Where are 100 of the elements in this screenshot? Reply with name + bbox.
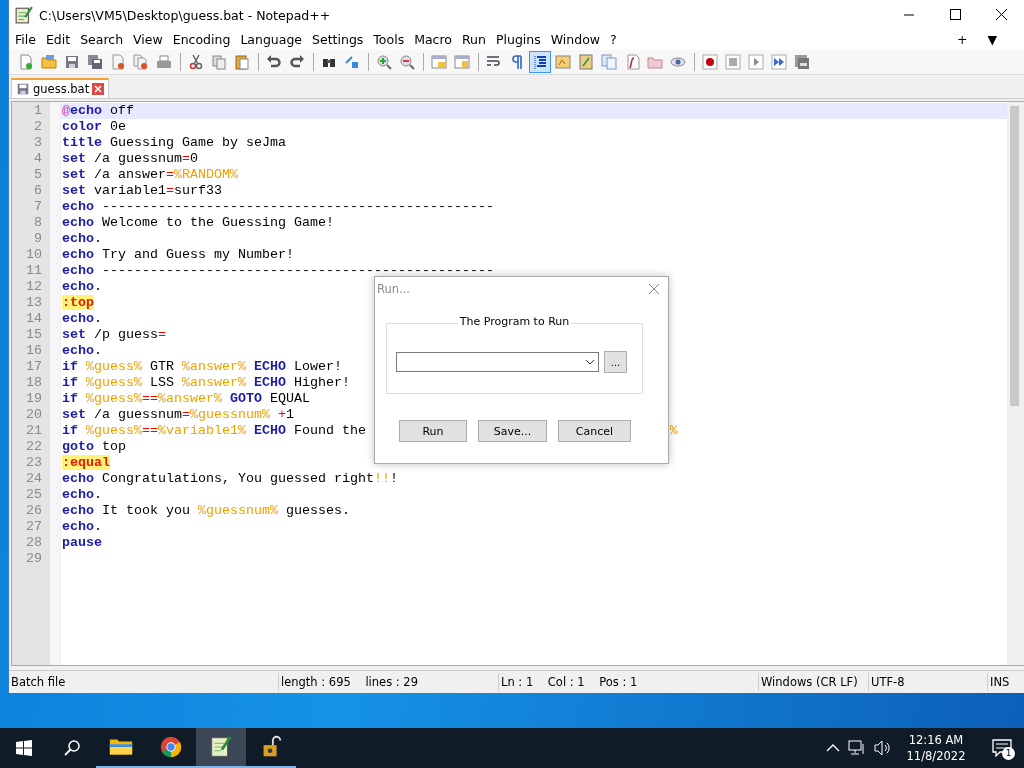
code-line: echo. xyxy=(62,230,102,247)
scissors-icon xyxy=(188,53,204,70)
line-number: 20 xyxy=(26,406,42,422)
code-line: echo. xyxy=(62,342,102,359)
line-number: 28 xyxy=(26,534,42,550)
group-label: The Program to Run xyxy=(457,315,572,328)
program-combo-box[interactable] xyxy=(396,352,599,372)
line-number: 14 xyxy=(26,310,42,326)
line-number: 4 xyxy=(34,150,42,166)
line-number: 19 xyxy=(26,390,42,406)
chevron-up-icon[interactable] xyxy=(826,743,840,753)
status-text: Windows (CR LF) xyxy=(759,673,869,692)
status-text: UTF-8 xyxy=(869,673,988,692)
new-file-icon xyxy=(18,53,34,70)
run-button[interactable]: Run xyxy=(399,420,467,442)
sync-vertical-icon xyxy=(431,53,447,70)
volume-icon[interactable] xyxy=(874,740,892,756)
code-line: echo ------------------------------------------------- xyxy=(62,198,494,215)
cancel-button[interactable]: Cancel xyxy=(558,420,631,442)
notepad-app-icon xyxy=(15,6,33,24)
notification-icon[interactable] xyxy=(992,739,1012,757)
code-fragment: % xyxy=(669,422,678,439)
network-icon[interactable] xyxy=(848,740,866,756)
language-panel-icon xyxy=(555,53,571,70)
menu-item[interactable]: File xyxy=(10,32,41,48)
menu-item[interactable]: Run xyxy=(457,32,491,48)
menu-item[interactable]: View xyxy=(128,32,168,48)
line-number: 12 xyxy=(26,278,42,294)
stop-icon xyxy=(725,53,741,70)
status-text: Ln : 1 Col : 1 Pos : 1 xyxy=(499,673,759,692)
code-line: @echo off xyxy=(62,102,134,119)
undo-icon xyxy=(266,53,282,70)
code-line: echo. xyxy=(62,310,102,327)
code-line: echo. xyxy=(62,486,102,503)
save-icon xyxy=(16,81,30,96)
line-number: 25 xyxy=(26,486,42,502)
line-number: 15 xyxy=(26,326,42,342)
code-line: color 0e xyxy=(62,118,126,135)
menu-item[interactable]: Settings xyxy=(307,32,369,48)
menu-item[interactable]: ? xyxy=(605,32,622,48)
play-icon xyxy=(748,53,764,70)
line-number: 16 xyxy=(26,342,42,358)
scrollbar[interactable] xyxy=(1007,101,1024,666)
menu-item[interactable]: Encoding xyxy=(167,32,236,48)
menu-item[interactable]: Search xyxy=(75,32,129,48)
line-number: 18 xyxy=(26,374,42,390)
menu-item[interactable]: Macro xyxy=(409,32,457,48)
document-map-icon xyxy=(578,53,594,70)
save-icon xyxy=(64,53,80,70)
menu-button[interactable]: + xyxy=(951,32,973,48)
menu-item[interactable]: Language xyxy=(235,32,308,48)
toolbar-button[interactable] xyxy=(529,50,551,73)
file-tab[interactable]: guess.bat xyxy=(11,77,110,98)
line-number: 24 xyxy=(26,470,42,486)
line-number: 2 xyxy=(34,118,42,134)
play-multiple-icon xyxy=(771,53,787,70)
indent-guide-icon xyxy=(532,53,548,70)
code-line: echo Congratulations, You guessed right!!! xyxy=(62,470,398,487)
line-number: 27 xyxy=(26,518,42,534)
line-number: 6 xyxy=(34,182,42,198)
sync-horizontal-icon xyxy=(454,53,470,70)
clock-time[interactable]: 12:16 AM xyxy=(908,732,964,748)
menu-item[interactable]: Window xyxy=(545,32,606,48)
code-line: echo ------------------------------------------------- xyxy=(62,262,494,279)
code-line: title Guessing Game by seJma xyxy=(62,134,286,151)
code-line: echo Try and Guess my Number! xyxy=(62,246,294,263)
code-line: echo. xyxy=(62,518,102,535)
windows-icon xyxy=(16,740,32,756)
status-text: Batch file xyxy=(9,673,279,692)
line-number: 23 xyxy=(26,454,42,470)
menu-button[interactable]: ▼ xyxy=(982,32,1002,48)
clock-date[interactable]: 11/8/2022 xyxy=(906,748,966,764)
line-number: 21 xyxy=(26,422,42,438)
line-number: 13 xyxy=(26,294,42,310)
function-list-icon xyxy=(624,53,640,70)
save-all-icon xyxy=(87,53,103,70)
code-line: set /a guessnum=0 xyxy=(62,150,198,167)
menu-item[interactable]: Plugins xyxy=(490,32,546,48)
line-number: 29 xyxy=(26,550,42,566)
line-number: 22 xyxy=(26,438,42,454)
browser-icon xyxy=(158,734,184,760)
printer-icon xyxy=(156,53,172,70)
save-button[interactable]: Save... xyxy=(478,420,547,442)
dialog-title: Run... xyxy=(377,282,411,296)
line-number: 11 xyxy=(26,262,42,278)
taskbar-app-button[interactable] xyxy=(196,728,246,768)
line-number: 1 xyxy=(34,102,42,118)
close-icon[interactable] xyxy=(92,82,105,95)
record-icon xyxy=(702,53,718,70)
menu-item[interactable]: Tools xyxy=(368,32,410,48)
line-number: 8 xyxy=(34,214,42,230)
browse-button[interactable]: ... xyxy=(604,351,627,373)
line-number: 3 xyxy=(34,134,42,150)
code-line: set /p guess= xyxy=(62,326,166,343)
code-line: goto top xyxy=(62,438,126,455)
menu-item[interactable]: Edit xyxy=(40,32,76,48)
close-icon[interactable] xyxy=(648,283,660,295)
code-line: echo. xyxy=(62,278,102,295)
line-number: 7 xyxy=(34,198,42,214)
code-line: set variable1=surf33 xyxy=(62,182,222,199)
